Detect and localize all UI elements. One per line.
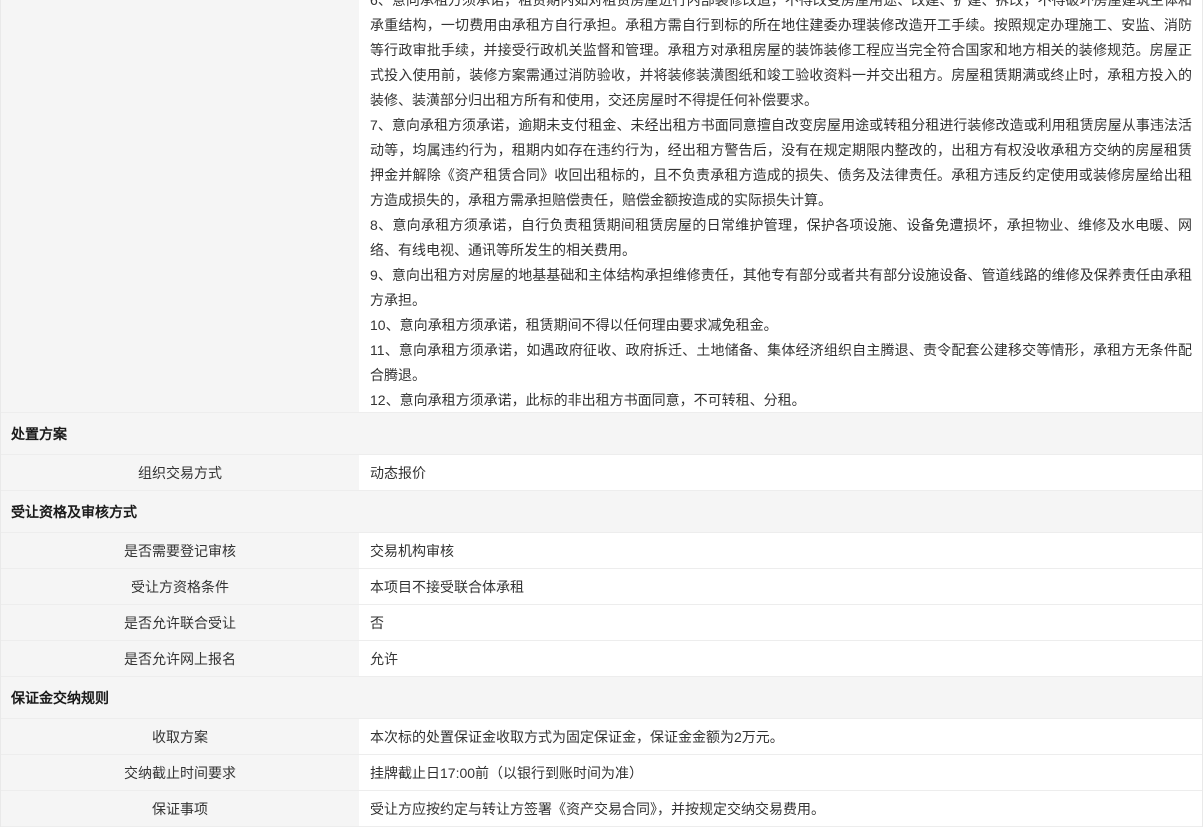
- row-value: 挂牌截止日17:00前（以银行到账时间为准）: [363, 755, 1202, 790]
- table-row: 受让方资格条件 本项目不接受联合体承租: [1, 569, 1202, 605]
- row-value: 本项目不接受联合体承租: [363, 569, 1202, 604]
- terms-item-9: 9、意向出租方对房屋的地基基础和主体结构承担维修责任，其他专有部分或者共有部分设…: [370, 263, 1192, 313]
- terms-item-10: 10、意向承租方须承诺，租赁期间不得以任何理由要求减免租金。: [370, 313, 1192, 338]
- terms-item-12: 12、意向承租方须承诺，此标的非出租方书面同意，不可转租、分租。: [370, 388, 1192, 412]
- terms-item-11: 11、意向承租方须承诺，如遇政府征收、政府拆迁、土地储备、集体经济组织自主腾退、…: [370, 338, 1192, 388]
- row-value: 动态报价: [363, 455, 1202, 490]
- row-label: 受让方资格条件: [1, 569, 363, 604]
- row-value: 允许: [363, 641, 1202, 676]
- table-row: 交纳截止时间要求 挂牌截止日17:00前（以银行到账时间为准）: [1, 755, 1202, 791]
- terms-text: 6、意向承租方须承诺，租赁期内如对租赁房屋进行内部装修改造，不得改变房屋用途、改…: [370, 0, 1192, 412]
- row-value: 受让方应按约定与转让方签署《资产交易合同》，并按规定交纳交易费用。: [363, 791, 1202, 826]
- terms-row: 6、意向承租方须承诺，租赁期内如对租赁房屋进行内部装修改造，不得改变房屋用途、改…: [1, 0, 1202, 413]
- row-label: 交纳截止时间要求: [1, 755, 363, 790]
- section-header-disposal-plan: 处置方案: [1, 413, 1202, 455]
- row-value: 交易机构审核: [363, 533, 1202, 568]
- terms-item-7: 7、意向承租方须承诺，逾期未支付租金、未经出租方书面同意擅自改变房屋用途或转租分…: [370, 113, 1192, 213]
- row-value: 本次标的处置保证金收取方式为固定保证金，保证金金额为2万元。: [363, 719, 1202, 754]
- row-value: 否: [363, 605, 1202, 640]
- row-label: 是否需要登记审核: [1, 533, 363, 568]
- section-header-transferee-qualification: 受让资格及审核方式: [1, 491, 1202, 533]
- table-row: 组织交易方式 动态报价: [1, 455, 1202, 491]
- row-label: 收取方案: [1, 719, 363, 754]
- row-label: 是否允许联合受让: [1, 605, 363, 640]
- listing-detail-table: 6、意向承租方须承诺，租赁期内如对租赁房屋进行内部装修改造，不得改变房屋用途、改…: [0, 0, 1203, 827]
- terms-item-8: 8、意向承租方须承诺，自行负责租赁期间租赁房屋的日常维护管理，保护各项设施、设备…: [370, 213, 1192, 263]
- row-label: 保证事项: [1, 791, 363, 826]
- row-label: 是否允许网上报名: [1, 641, 363, 676]
- terms-value-cell: 6、意向承租方须承诺，租赁期内如对租赁房屋进行内部装修改造，不得改变房屋用途、改…: [363, 0, 1202, 412]
- table-row: 是否允许联合受让 否: [1, 605, 1202, 641]
- terms-item-6: 6、意向承租方须承诺，租赁期内如对租赁房屋进行内部装修改造，不得改变房屋用途、改…: [370, 0, 1192, 113]
- table-row: 保证事项 受让方应按约定与转让方签署《资产交易合同》，并按规定交纳交易费用。: [1, 791, 1202, 827]
- table-row: 收取方案 本次标的处置保证金收取方式为固定保证金，保证金金额为2万元。: [1, 719, 1202, 755]
- terms-label-cell-empty: [1, 0, 363, 412]
- section-header-deposit-rules: 保证金交纳规则: [1, 677, 1202, 719]
- row-label: 组织交易方式: [1, 455, 363, 490]
- table-row: 是否允许网上报名 允许: [1, 641, 1202, 677]
- table-row: 是否需要登记审核 交易机构审核: [1, 533, 1202, 569]
